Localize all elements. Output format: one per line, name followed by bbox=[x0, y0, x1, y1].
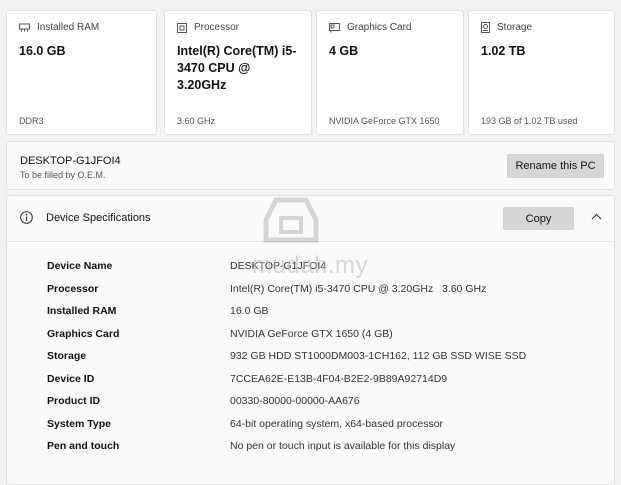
spec-row-graphics-card: Graphics Card NVIDIA GeForce GTX 1650 (4… bbox=[7, 326, 614, 344]
info-icon bbox=[20, 211, 33, 224]
device-specifications-panel: Device Specifications Copy Device Name D… bbox=[6, 195, 615, 485]
spec-value: 00330-80000-00000-AA676 bbox=[230, 395, 360, 407]
storage-card: Storage 1.02 TB 193 GB of 1.02 TB used bbox=[468, 10, 615, 135]
spec-value: 16.0 GB bbox=[230, 305, 269, 317]
spec-label: Storage bbox=[47, 350, 87, 362]
spec-row-product-id: Product ID 00330-80000-00000-AA676 bbox=[7, 393, 614, 411]
copy-button[interactable]: Copy bbox=[503, 207, 574, 230]
spec-value: DESKTOP-G1JFOI4 bbox=[230, 260, 327, 272]
graphics-card-value: 4 GB bbox=[329, 44, 359, 58]
spec-label: Processor bbox=[47, 282, 99, 295]
processor-card: Processor Intel(R) Core(TM) i5-3470 CPU … bbox=[164, 10, 312, 135]
processor-value: Intel(R) Core(TM) i5-3470 CPU @ 3.20GHz bbox=[177, 44, 297, 92]
spec-value: 64-bit operating system, x64-based proce… bbox=[230, 417, 444, 430]
spec-row-system-type: System Type 64-bit operating system, x64… bbox=[7, 416, 614, 434]
spec-label: Graphics Card bbox=[47, 327, 120, 340]
ram-icon bbox=[19, 23, 30, 32]
device-specifications-header[interactable]: Device Specifications Copy bbox=[7, 196, 614, 242]
spec-value: 7CCEA62E-E13B-4F04-B2E2-9B89A92714D9 bbox=[230, 372, 448, 385]
spec-label: System Type bbox=[47, 417, 111, 430]
storage-value: 1.02 TB bbox=[481, 44, 526, 58]
pc-manufacturer-note: To be filled by O.E.M. bbox=[20, 170, 106, 180]
spec-value: NVIDIA GeForce GTX 1650 (4 GB) bbox=[230, 327, 393, 340]
installed-ram-value: 16.0 GB bbox=[19, 44, 66, 58]
spec-value: 932 GB HDD ST1000DM003-1CH162, 112 GB SS… bbox=[230, 350, 527, 362]
chevron-up-icon[interactable] bbox=[591, 213, 602, 220]
graphics-card-icon bbox=[329, 22, 340, 32]
spec-label: Device Name bbox=[47, 260, 113, 272]
graphics-card-label: Graphics Card bbox=[347, 22, 412, 33]
installed-ram-type: DDR3 bbox=[19, 116, 44, 126]
rename-pc-button[interactable]: Rename this PC bbox=[507, 154, 604, 178]
pc-name-bar: DESKTOP-G1JFOI4 To be filled by O.E.M. R… bbox=[6, 141, 615, 190]
spec-row-device-id: Device ID 7CCEA62E-E13B-4F04-B2E2-9B89A9… bbox=[7, 371, 614, 389]
spec-row-pen-and-touch: Pen and touch No pen or touch input is a… bbox=[7, 438, 614, 456]
device-specifications-title: Device Specifications bbox=[46, 212, 151, 224]
pc-name: DESKTOP-G1JFOI4 bbox=[20, 155, 121, 167]
installed-ram-label: Installed RAM bbox=[37, 22, 100, 33]
graphics-card-model: NVIDIA GeForce GTX 1650 bbox=[329, 116, 440, 126]
spec-row-storage: Storage 932 GB HDD ST1000DM003-1CH162, 1… bbox=[7, 348, 614, 366]
spec-value: No pen or touch input is available for t… bbox=[230, 440, 456, 452]
spec-value: Intel(R) Core(TM) i5-3470 CPU @ 3.20GHz … bbox=[230, 282, 487, 295]
storage-usage: 193 GB of 1.02 TB used bbox=[481, 116, 578, 126]
spec-row-device-name: Device Name DESKTOP-G1JFOI4 bbox=[7, 258, 614, 276]
graphics-card-card: Graphics Card 4 GB NVIDIA GeForce GTX 16… bbox=[316, 10, 464, 135]
spec-label: Installed RAM bbox=[47, 305, 117, 317]
storage-icon bbox=[481, 22, 490, 33]
spec-row-processor: Processor Intel(R) Core(TM) i5-3470 CPU … bbox=[7, 281, 614, 299]
spec-row-installed-ram: Installed RAM 16.0 GB bbox=[7, 303, 614, 321]
hardware-summary-cards: Installed RAM 16.0 GB DDR3 Processor Int… bbox=[6, 10, 615, 135]
storage-label: Storage bbox=[497, 22, 533, 33]
processor-icon bbox=[177, 22, 187, 33]
processor-speed: 3.60 GHz bbox=[177, 116, 216, 126]
spec-label: Pen and touch bbox=[47, 440, 120, 452]
installed-ram-card: Installed RAM 16.0 GB DDR3 bbox=[6, 10, 157, 135]
processor-label: Processor bbox=[194, 22, 240, 33]
spec-label: Device ID bbox=[47, 372, 95, 385]
spec-label: Product ID bbox=[47, 395, 101, 407]
